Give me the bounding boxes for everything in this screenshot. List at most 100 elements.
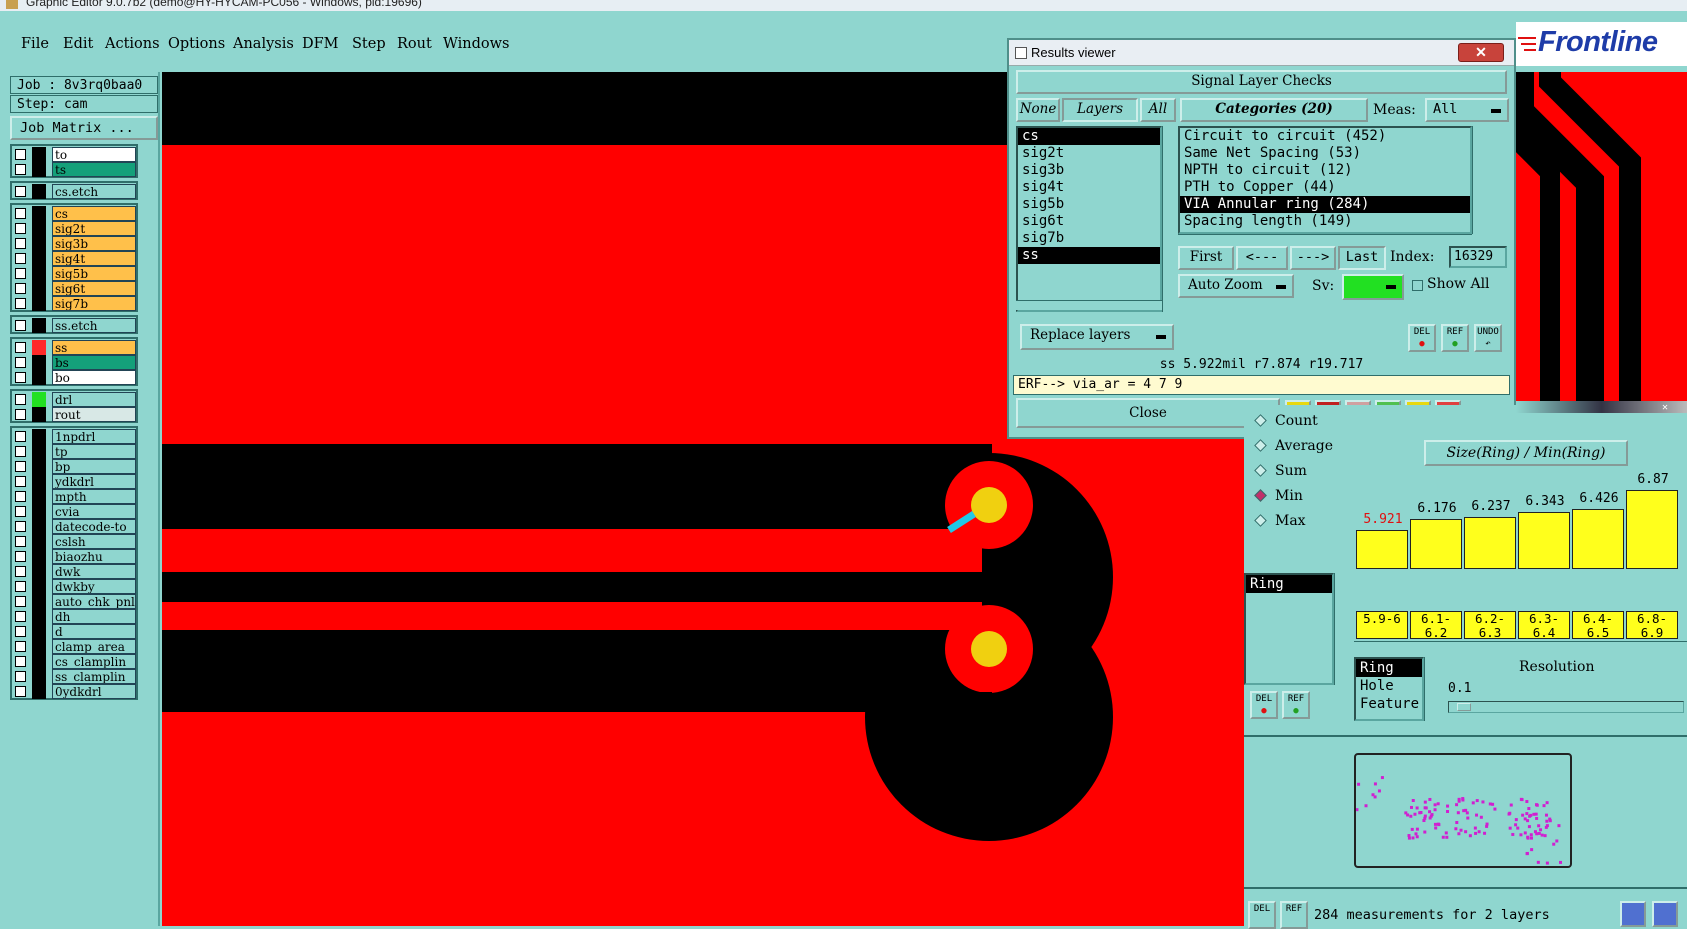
layer-name[interactable]: dwk [52,564,136,579]
layer-row-d[interactable]: d [12,624,136,639]
layer-name[interactable]: sig7b [52,296,136,311]
layer-color-swatch[interactable] [32,407,46,422]
layer-checkbox[interactable] [15,431,26,442]
layer-checkbox[interactable] [15,581,26,592]
layer-name[interactable]: drl [52,392,136,407]
menu-edit[interactable]: Edit [63,36,93,52]
layer-list-item[interactable]: ss [1018,247,1160,264]
category-list-item[interactable]: Spacing length (149) [1180,213,1470,230]
layer-row-dh[interactable]: dh [12,609,136,624]
layer-row-bs[interactable]: bs [12,355,136,370]
layer-name[interactable]: dwkby [52,579,136,594]
menu-options[interactable]: Options [168,36,225,52]
resolution-scrollbar[interactable] [1424,657,1436,721]
layer-color-swatch[interactable] [32,162,46,177]
category-list-item[interactable]: VIA Annular ring (284) [1180,196,1470,213]
layer-row-drl[interactable]: drl [12,392,136,407]
layer-color-swatch[interactable] [32,579,46,594]
layer-color-swatch[interactable] [32,474,46,489]
resolution-list-item[interactable]: Ring [1356,659,1422,677]
layer-row-ss_clamplin[interactable]: ss_clamplin [12,669,136,684]
layer-color-swatch[interactable] [32,370,46,385]
layers-scrollbar[interactable] [1162,126,1174,312]
measure-list[interactable]: Ring [1244,573,1334,685]
layer-name[interactable]: biaozhu [52,549,136,564]
layer-color-swatch[interactable] [32,609,46,624]
panel-thumbnail[interactable] [1354,753,1572,868]
layer-checkbox[interactable] [15,506,26,517]
layer-checkbox[interactable] [15,491,26,502]
resolution-slider[interactable] [1448,701,1684,713]
layer-checkbox[interactable] [15,342,26,353]
undo-button[interactable]: UNDO ↶ [1474,324,1502,352]
layer-color-swatch[interactable] [32,236,46,251]
histogram-range-label[interactable]: 6.8-6.9 [1626,611,1678,639]
menu-step[interactable]: Step [352,36,386,52]
layer-checkbox[interactable] [15,268,26,279]
resolution-list-item[interactable]: Hole [1356,677,1422,695]
layer-row-dwk[interactable]: dwk [12,564,136,579]
job-matrix-button[interactable]: Job Matrix ... [10,116,158,140]
layer-checkbox[interactable] [15,208,26,219]
slider-handle[interactable] [1457,703,1471,711]
layer-name[interactable]: cslsh [52,534,136,549]
layer-name[interactable]: clamp_area [52,639,136,654]
layer-row-sig7b[interactable]: sig7b [12,296,136,311]
prev-button[interactable]: <--- [1236,246,1288,270]
layer-row-sig3b[interactable]: sig3b [12,236,136,251]
close-icon[interactable]: ✕ [1458,43,1504,62]
auto-zoom-select[interactable]: Auto Zoom [1178,274,1294,298]
histogram-hscrollbar[interactable] [1354,641,1687,651]
layer-color-swatch[interactable] [32,639,46,654]
layer-color-swatch[interactable] [32,564,46,579]
layer-row-cs.etch[interactable]: cs.etch [12,184,136,199]
layer-checkbox[interactable] [15,223,26,234]
layer-color-swatch[interactable] [32,519,46,534]
ref-button[interactable]: REF ● [1282,691,1310,719]
layer-list-item[interactable]: sig2t [1018,145,1160,162]
layer-name[interactable]: datecode-to [52,519,136,534]
histogram-range-label[interactable]: 6.1-6.2 [1410,611,1462,639]
layer-row-clamp_area[interactable]: clamp_area [12,639,136,654]
layer-name[interactable]: bp [52,459,136,474]
layer-name[interactable]: sig5b [52,266,136,281]
layer-list-item[interactable]: sig3b [1018,162,1160,179]
last-button[interactable]: Last [1338,246,1386,270]
layer-name[interactable]: to [52,147,136,162]
layer-color-swatch[interactable] [32,594,46,609]
histogram-bar[interactable] [1518,512,1570,569]
layer-name[interactable]: dh [52,609,136,624]
categories-list[interactable]: Circuit to circuit (452) Same Net Spacing… [1178,126,1472,234]
close-button[interactable]: Close [1016,398,1280,428]
layer-row-sig6t[interactable]: sig6t [12,281,136,296]
window-icon[interactable] [1652,901,1678,927]
layer-name[interactable]: sig4t [52,251,136,266]
stat-radio-count[interactable]: Count [1254,413,1318,429]
layer-checkbox[interactable] [15,671,26,682]
layer-checkbox[interactable] [15,566,26,577]
close-icon[interactable]: ✕ [1662,402,1686,413]
layer-row-cs[interactable]: cs [12,206,136,221]
category-list-item[interactable]: Circuit to circuit (452) [1180,128,1470,145]
category-list-item[interactable]: PTH to Copper (44) [1180,179,1470,196]
layer-color-swatch[interactable] [32,654,46,669]
layer-name[interactable]: tp [52,444,136,459]
layer-row-sig5b[interactable]: sig5b [12,266,136,281]
histogram-bar[interactable] [1626,490,1678,569]
measure-list-item[interactable]: Ring [1246,575,1332,593]
layer-checkbox[interactable] [15,149,26,160]
layer-checkbox[interactable] [15,357,26,368]
menu-analysis[interactable]: Analysis [233,36,294,52]
layer-checkbox[interactable] [15,446,26,457]
layer-color-swatch[interactable] [32,669,46,684]
layer-checkbox[interactable] [15,238,26,249]
layer-checkbox[interactable] [15,298,26,309]
layer-list-item[interactable]: sig7b [1018,230,1160,247]
histogram-range-label[interactable]: 6.2-6.3 [1464,611,1516,639]
layer-checkbox[interactable] [15,164,26,175]
histogram-bar[interactable] [1464,517,1516,569]
ref-button[interactable]: REF ● [1441,324,1469,352]
layer-checkbox[interactable] [15,686,26,697]
menu-rout[interactable]: Rout [397,36,432,52]
layer-color-swatch[interactable] [32,266,46,281]
